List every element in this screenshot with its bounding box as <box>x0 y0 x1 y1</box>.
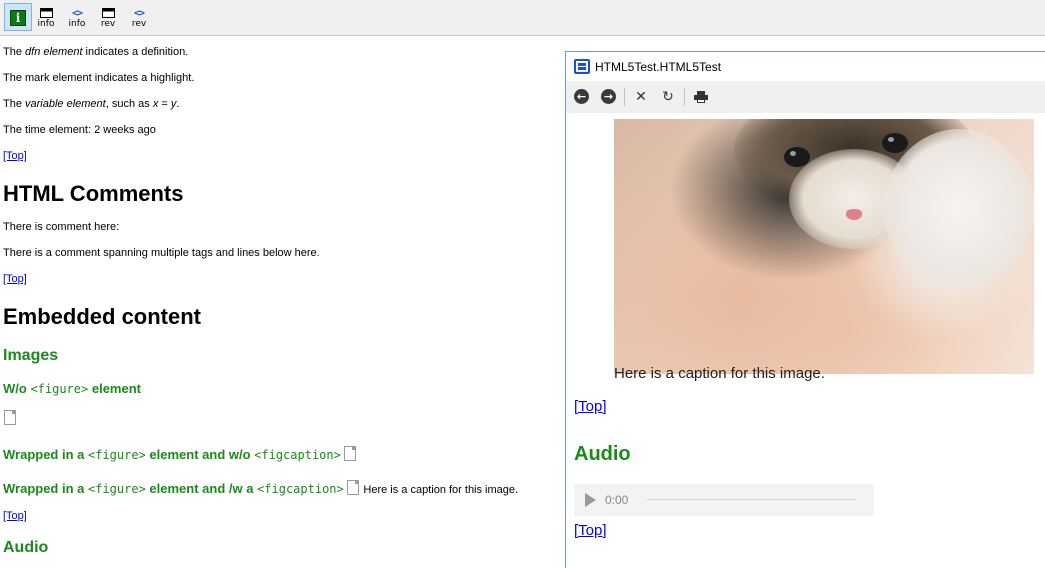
rev-window-button[interactable]: rev <box>94 3 122 31</box>
back-icon[interactable]: ← <box>574 89 589 104</box>
kitten-nose <box>846 209 862 220</box>
broken-image-icon <box>344 446 357 461</box>
info-view-button[interactable]: i <box>4 3 32 31</box>
figure-with-caption-heading: Wrapped in a <figure> element and /w a <… <box>3 480 519 496</box>
info-code-button[interactable]: <> info <box>63 3 91 31</box>
refresh-icon[interactable]: ↻ <box>659 88 677 106</box>
close-icon[interactable]: ✕ <box>632 88 650 106</box>
kitten-eye <box>882 133 908 153</box>
nav-separator <box>624 88 625 106</box>
preview-window: HTML5Test.HTML5Test ← → ✕ ↻ Here is a ca… <box>565 51 1045 568</box>
audio-heading: Audio <box>3 539 49 556</box>
preview-title: HTML5Test.HTML5Test <box>595 60 722 74</box>
comments-heading: HTML Comments <box>3 181 184 206</box>
html-page: The dfn element indicates a definition. … <box>0 37 565 568</box>
kitten-eye <box>784 147 810 167</box>
play-icon[interactable] <box>585 493 596 507</box>
audio-heading: Audio <box>574 443 631 465</box>
audio-player: 0:00 <box>574 484 874 516</box>
top-link[interactable]: [Top] <box>3 273 27 285</box>
preview-titlebar: HTML5Test.HTML5Test <box>566 52 1045 81</box>
forward-icon[interactable]: → <box>601 89 616 104</box>
nav-separator <box>684 88 685 106</box>
info-code-label: info <box>68 19 86 29</box>
rev-code-button[interactable]: <> rev <box>125 3 153 31</box>
variable-term: variable element <box>25 98 106 110</box>
info-window-button[interactable]: info <box>32 3 60 31</box>
broken-image-icon <box>347 480 360 495</box>
embedded-heading: Embedded content <box>3 304 202 329</box>
figure-wo-caption-heading: Wrapped in a <figure> element and w/o <f… <box>3 446 357 462</box>
app-icon <box>574 59 590 74</box>
comment-paragraph-2: There is a comment spanning multiple tag… <box>3 247 320 259</box>
preview-content: Here is a caption for this image. [Top] … <box>566 113 1045 568</box>
variable-paragraph: The variable element, such as x = y. <box>3 98 180 110</box>
mark-paragraph: The mark element indicates a highlight. <box>3 72 195 84</box>
info-window-label: info <box>37 19 55 29</box>
dfn-paragraph: The dfn element indicates a definition. <box>3 46 189 58</box>
top-link[interactable]: [Top] <box>574 398 607 415</box>
window-icon <box>39 6 53 20</box>
info-icon: i <box>10 10 26 26</box>
broken-image-icon <box>4 410 16 425</box>
code-icon: <> <box>71 7 83 19</box>
kitten-image <box>614 119 1034 374</box>
top-toolbar: i info <> info rev <> rev <box>0 0 1045 36</box>
top-link[interactable]: [Top] <box>3 150 27 162</box>
audio-progress-track[interactable] <box>647 499 856 500</box>
top-link[interactable]: [Top] <box>574 522 607 539</box>
time-paragraph: The time element: 2 weeks ago <box>3 124 156 136</box>
audio-time: 0:00 <box>605 493 629 507</box>
print-icon[interactable] <box>694 91 708 103</box>
rev-window-label: rev <box>100 19 116 29</box>
preview-nav-toolbar: ← → ✕ ↻ <box>566 81 1045 113</box>
images-heading: Images <box>3 347 59 364</box>
dfn-term: dfn element <box>25 46 83 58</box>
image-caption: Here is a caption for this image. <box>614 365 825 382</box>
figure-caption: Here is a caption for this image. <box>363 484 519 496</box>
code-icon: <> <box>133 7 145 19</box>
wo-figure-heading: W/o <figure> element <box>3 381 141 396</box>
window-icon <box>101 6 115 20</box>
top-link[interactable]: [Top] <box>3 510 27 522</box>
comment-paragraph-1: There is comment here: <box>3 221 120 233</box>
rev-code-label: rev <box>131 19 147 29</box>
